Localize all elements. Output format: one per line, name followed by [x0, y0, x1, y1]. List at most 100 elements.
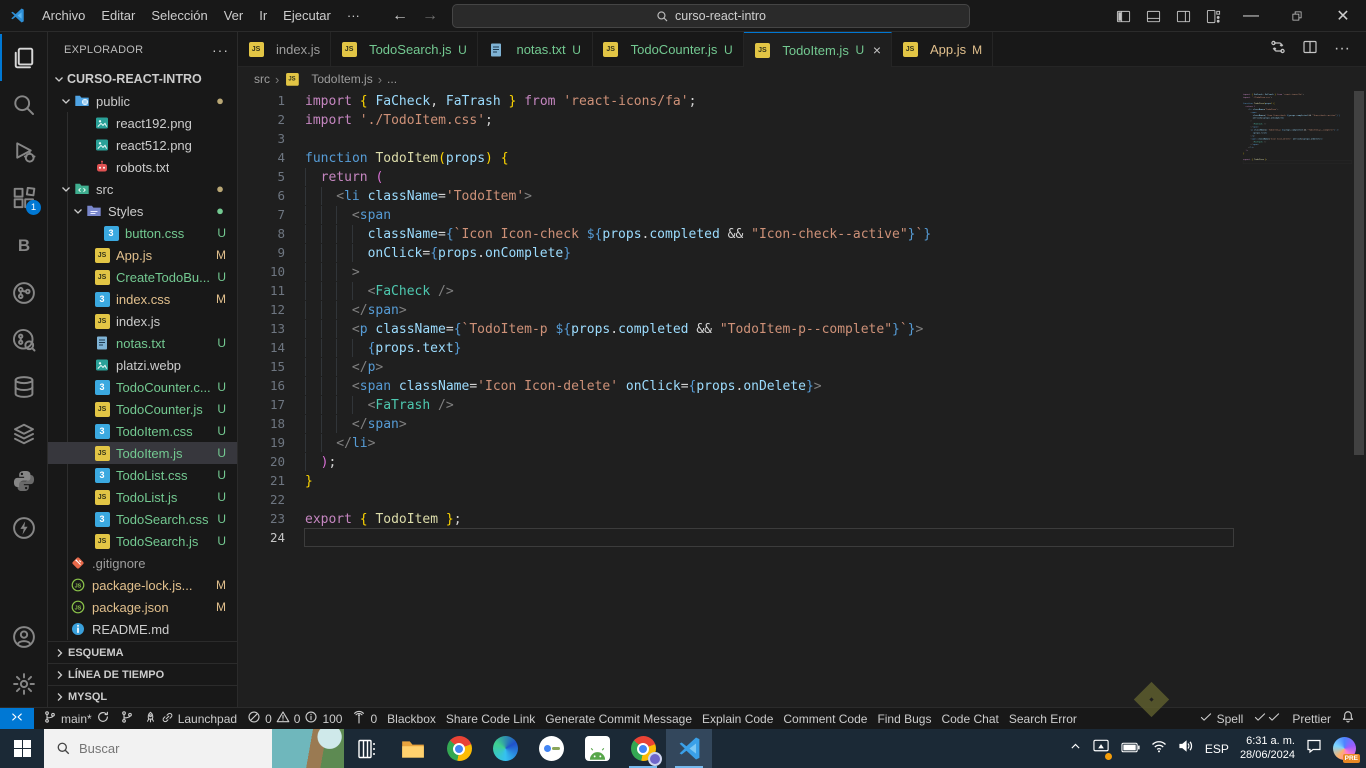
chrome-profile-taskbar-icon[interactable] [620, 729, 666, 768]
menu-ver[interactable]: Ver [216, 0, 252, 32]
copilot-icon[interactable]: PRE [1333, 737, 1356, 760]
search-error[interactable]: Search Error [1004, 708, 1082, 729]
code-line[interactable] [1240, 161, 1352, 164]
blackbox-icon[interactable]: B [0, 222, 48, 269]
tree-item-readme-md[interactable]: README.md [48, 618, 237, 640]
tray-expand-icon[interactable] [1069, 740, 1082, 758]
file-explorer-taskbar-icon[interactable] [390, 729, 436, 768]
code-line[interactable]: 15</p> [238, 357, 1234, 376]
edge-taskbar-icon[interactable] [482, 729, 528, 768]
settings-icon[interactable] [0, 660, 48, 707]
accounts-icon[interactable] [0, 613, 48, 660]
clock[interactable]: 6:31 a. m. 28/06/2024 [1240, 735, 1295, 762]
problems[interactable]: 00100 [242, 708, 347, 729]
git-branch[interactable]: main* [38, 708, 115, 729]
close-button[interactable]: ✕ [1320, 0, 1366, 32]
tree-item-package-json[interactable]: JSpackage.jsonM [48, 596, 237, 618]
tree-item-styles[interactable]: Styles● [48, 200, 237, 222]
tree-item-todolist-css[interactable]: 3TodoList.cssU [48, 464, 237, 486]
line-number[interactable]: 17 [238, 395, 285, 414]
tree-item-react192-png[interactable]: react192.png [48, 112, 237, 134]
split-editor-icon[interactable] [1302, 39, 1318, 60]
comment-code[interactable]: Comment Code [778, 708, 872, 729]
code-line[interactable]: 7<span [238, 205, 1234, 224]
menu-archivo[interactable]: Archivo [34, 0, 93, 32]
breadcrumb-item[interactable]: src [254, 72, 270, 86]
python-icon[interactable] [0, 457, 48, 504]
close-tab-icon[interactable]: × [873, 42, 881, 58]
broadcast[interactable]: 0 [347, 708, 382, 729]
tree-item-index-css[interactable]: 3index.cssM [48, 288, 237, 310]
blackbox[interactable]: Blackbox [382, 708, 441, 729]
code-line[interactable]: 22 [238, 490, 1234, 509]
tree-item-package-lock-js-[interactable]: JSpackage-lock.js...M [48, 574, 237, 596]
extensions-icon[interactable]: 1 [0, 175, 48, 222]
tree-item-platzi-webp[interactable]: platzi.webp [48, 354, 237, 376]
code-line[interactable]: 1import { FaCheck, FaTrash } from 'react… [238, 91, 1234, 110]
bing-daily-image[interactable] [272, 729, 344, 768]
chrome-taskbar-icon[interactable] [436, 729, 482, 768]
tab-notas-txt[interactable]: notas.txtU [478, 32, 592, 67]
start-button[interactable] [0, 729, 44, 768]
generate-commit-message[interactable]: Generate Commit Message [540, 708, 697, 729]
explorer-icon[interactable] [0, 34, 48, 81]
line-number[interactable]: 11 [238, 281, 285, 300]
tree-item-createtodobu-[interactable]: JSCreateTodoBu...U [48, 266, 237, 288]
breadcrumb-item[interactable]: TodoItem.js [311, 72, 372, 86]
toggle-sidebar-icon[interactable] [1108, 0, 1138, 32]
section-esquema[interactable]: ESQUEMA [48, 641, 237, 663]
explorer-actions-icon[interactable]: ··· [212, 42, 229, 58]
git-compare[interactable] [115, 708, 139, 729]
section-li-nea-de-tiempo[interactable]: LÍNEA DE TIEMPO [48, 663, 237, 685]
scrollbar-thumb[interactable] [1354, 91, 1364, 455]
share-code-link[interactable]: Share Code Link [441, 708, 540, 729]
compare-changes-icon[interactable] [1270, 39, 1286, 60]
code-line[interactable]: 14{props.text} [238, 338, 1234, 357]
database-icon[interactable] [0, 363, 48, 410]
cast-icon[interactable] [1093, 739, 1110, 759]
tree-item-button-css[interactable]: 3button.cssU [48, 222, 237, 244]
line-number[interactable]: 22 [238, 490, 285, 509]
code-line[interactable]: 23export { TodoItem }; [238, 509, 1234, 528]
android-studio-taskbar-icon[interactable] [574, 729, 620, 768]
taskbar-search-input[interactable] [79, 741, 209, 756]
toggle-secondary-sidebar-icon[interactable] [1168, 0, 1198, 32]
code-line[interactable]: 19</li> [238, 433, 1234, 452]
line-number[interactable]: 5 [238, 167, 285, 186]
code-line[interactable]: 24 [238, 528, 1234, 547]
volume-icon[interactable] [1178, 739, 1194, 758]
line-number[interactable]: 8 [238, 224, 285, 243]
task-view-taskbar-icon[interactable] [344, 729, 390, 768]
code-line[interactable]: 9onClick={props.onComplete} [238, 243, 1234, 262]
breadcrumb-item[interactable]: ... [387, 72, 397, 86]
tree-root[interactable]: CURSO-REACT-INTRO [48, 68, 237, 90]
git-graph-icon[interactable] [0, 269, 48, 316]
tree-item-robots-txt[interactable]: robots.txt [48, 156, 237, 178]
code-line[interactable]: 16<span className='Icon Icon-delete' onC… [238, 376, 1234, 395]
menu-editar[interactable]: Editar [93, 0, 143, 32]
line-number[interactable]: 15 [238, 357, 285, 376]
tree-item-react512-png[interactable]: react512.png [48, 134, 237, 156]
line-number[interactable]: 7 [238, 205, 285, 224]
code-line[interactable]: 21} [238, 471, 1234, 490]
key-app-taskbar-icon[interactable] [528, 729, 574, 768]
code-line[interactable]: 5return ( [238, 167, 1234, 186]
tree-item-todoitem-js[interactable]: JSTodoItem.jsU [48, 442, 237, 464]
tree-item-notas-txt[interactable]: notas.txtU [48, 332, 237, 354]
line-number[interactable]: 14 [238, 338, 285, 357]
tree-item-public[interactable]: public● [48, 90, 237, 112]
remote-indicator[interactable] [0, 708, 34, 729]
line-number[interactable]: 19 [238, 433, 285, 452]
line-number[interactable]: 6 [238, 186, 285, 205]
prettier[interactable]: Prettier [1248, 708, 1336, 729]
tree-item-todosearch-css[interactable]: 3TodoSearch.cssU [48, 508, 237, 530]
run-debug-icon[interactable] [0, 128, 48, 175]
line-number[interactable]: 4 [238, 148, 285, 167]
line-number[interactable]: 3 [238, 129, 285, 148]
vscode-taskbar-icon[interactable] [666, 729, 712, 768]
tab-todosearch-js[interactable]: JSTodoSearch.jsU [331, 32, 478, 67]
line-number[interactable]: 1 [238, 91, 285, 110]
command-center-search[interactable]: curso-react-intro [452, 4, 970, 28]
section-mysql[interactable]: MYSQL [48, 685, 237, 707]
search-icon[interactable] [0, 81, 48, 128]
